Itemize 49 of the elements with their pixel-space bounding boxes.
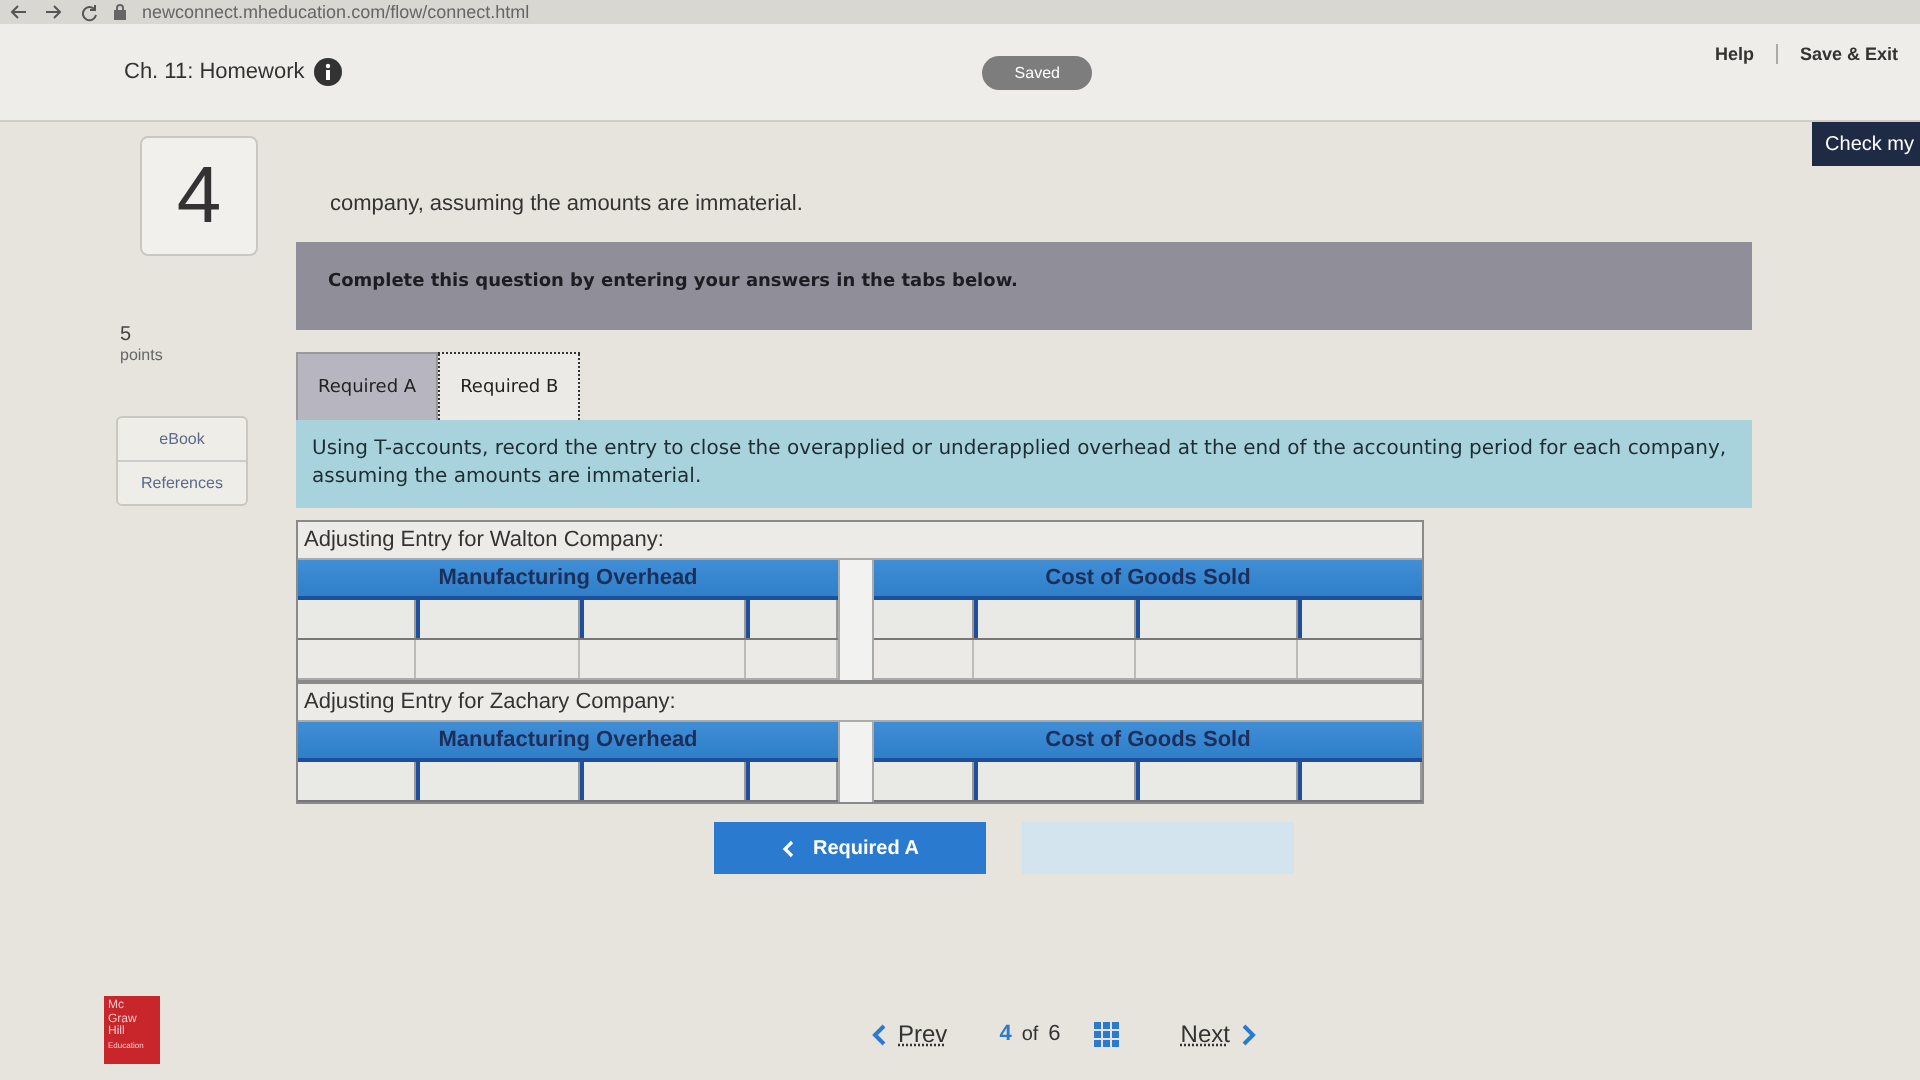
address-bar[interactable]: newconnect.mheducation.com/flow/connect.html xyxy=(142,2,530,22)
prompt-text: Using T-accounts, record the entry to close the overapplied or underapplied overhead at the end of the accounting period for each company, assuming the amounts are immaterial. xyxy=(296,420,1752,508)
resource-link[interactable]: References xyxy=(118,460,246,504)
input-field[interactable] xyxy=(580,762,746,800)
input-field[interactable] xyxy=(416,762,580,800)
account-header: Manufacturing Overhead xyxy=(298,560,838,600)
resource-link[interactable]: eBook xyxy=(118,418,246,460)
forward-icon[interactable] xyxy=(44,4,64,20)
question-number: 4 xyxy=(140,136,258,256)
chevron-left-icon xyxy=(872,1023,886,1045)
saved-status: Saved xyxy=(982,55,1092,89)
input-field[interactable] xyxy=(580,600,746,638)
header-link[interactable]: Help xyxy=(1692,44,1776,64)
input-field[interactable] xyxy=(1298,600,1422,638)
back-icon[interactable] xyxy=(8,4,28,20)
total-pages: 6 xyxy=(1048,1022,1061,1046)
input-field[interactable] xyxy=(416,600,580,638)
check-my-work-button[interactable]: Check my xyxy=(1811,122,1920,166)
input-field[interactable] xyxy=(1136,600,1298,638)
input-field[interactable] xyxy=(1298,762,1422,800)
next-link[interactable]: Next xyxy=(1180,1020,1256,1048)
tab[interactable]: Required B xyxy=(438,352,581,420)
grid-icon[interactable] xyxy=(1094,1021,1121,1047)
tab-nav-button[interactable]: Required A xyxy=(714,822,986,874)
page-of-label: of xyxy=(1021,1023,1039,1045)
header-link[interactable]: Save & Exit xyxy=(1775,44,1920,64)
account-header: Manufacturing Overhead xyxy=(298,722,838,762)
points-label: points xyxy=(120,346,163,364)
instruction-banner: Complete this question by entering your answers in the tabs below. xyxy=(296,242,1752,330)
info-icon[interactable] xyxy=(314,58,343,86)
input-field[interactable] xyxy=(974,762,1136,800)
chevron-right-icon xyxy=(1241,1023,1256,1045)
input-field[interactable] xyxy=(746,600,838,638)
account-header: Cost of Goods Sold xyxy=(874,722,1422,762)
points-value: 5 xyxy=(120,324,132,346)
account-header: Cost of Goods Sold xyxy=(874,560,1422,600)
input-field[interactable] xyxy=(974,600,1136,638)
chevron-left-icon xyxy=(781,839,794,857)
lock-icon xyxy=(114,4,126,20)
input-field[interactable] xyxy=(1136,762,1298,800)
column-spacer xyxy=(838,722,874,762)
tab[interactable]: Required A xyxy=(296,352,439,420)
assignment-title: Ch. 11: Homework xyxy=(124,60,305,84)
prev-link[interactable]: Prev xyxy=(872,1020,948,1048)
question-text: company, assuming the amounts are immaterial. xyxy=(330,192,803,216)
input-field[interactable] xyxy=(746,762,838,800)
column-spacer xyxy=(838,560,874,600)
reload-icon[interactable] xyxy=(80,3,98,21)
current-page: 4 xyxy=(999,1022,1012,1046)
